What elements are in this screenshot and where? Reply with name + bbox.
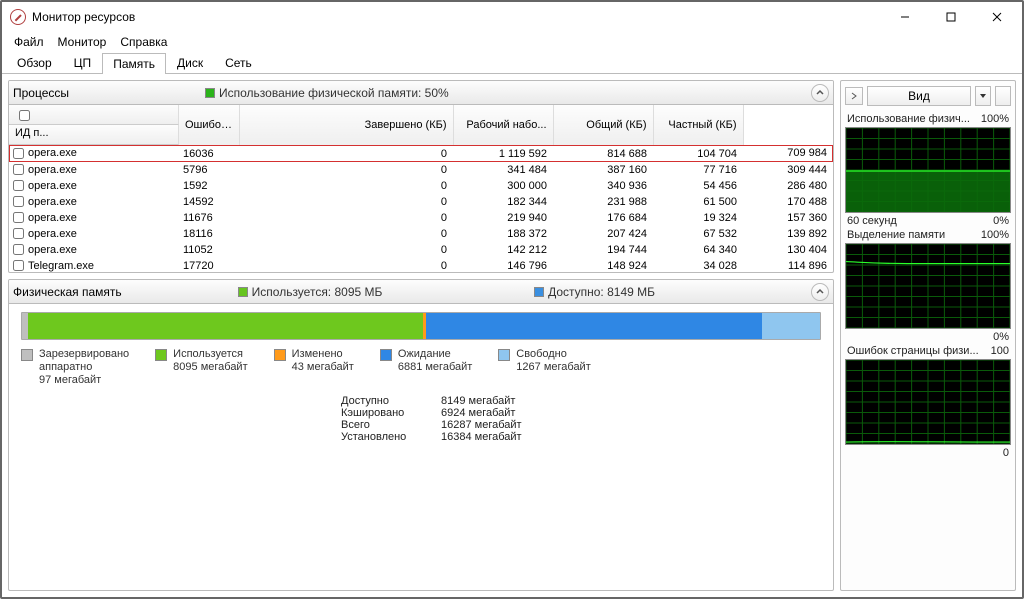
graph-block: Использование физич... 100% 60 секунд 0% [845,113,1011,227]
col-image[interactable]: Образ [9,105,179,125]
view-button[interactable]: Вид [867,86,971,106]
legend-item: Зарезервированоаппаратно97 мегабайт [21,348,129,387]
memory-stats: Доступно8149 мегабайтКэшировано6924 мега… [341,395,821,443]
collapse-physmem-button[interactable] [811,283,829,301]
row-checkbox[interactable] [13,228,24,239]
col-workingset[interactable]: Рабочий набо... [453,105,553,145]
stat-row: Кэшировано6924 мегабайт [341,407,821,419]
graph-foot-right: 0% [993,215,1009,227]
legend-item: Ожидание6881 мегабайт [380,348,472,387]
row-checkbox[interactable] [13,196,24,207]
table-row[interactable]: opera.exe116760219 940176 68419 324157 3… [9,210,833,226]
col-private[interactable]: Частный (КБ) [653,105,743,145]
tab-overview[interactable]: Обзор [6,52,63,73]
col-shared[interactable]: Общий (КБ) [553,105,653,145]
tab-memory[interactable]: Память [102,53,166,74]
maximize-button[interactable] [928,2,974,32]
graph-title: Использование физич... [847,113,970,125]
stat-row: Установлено16384 мегабайт [341,431,821,443]
row-checkbox[interactable] [13,212,24,223]
minimize-button[interactable] [882,2,928,32]
table-row[interactable]: opera.exe181160188 372207 42467 532139 8… [9,226,833,242]
collapse-processes-button[interactable] [811,84,829,102]
physical-memory-panel: Физическая память Используется: 8095 МБ … [8,279,834,591]
menu-monitor[interactable]: Монитор [52,33,113,51]
col-pid[interactable]: ИД п... [9,125,179,145]
legend-item: Изменено43 мегабайт [274,348,354,387]
graph-title: Ошибок страницы физи... [847,345,979,357]
table-row[interactable]: opera.exe15920300 000340 93654 456286 48… [9,178,833,194]
table-row[interactable]: opera.exe1603601 119 592814 688104 70470… [9,145,833,162]
table-row[interactable]: opera.exe110520142 212194 74464 340130 4… [9,242,833,258]
tabstrip: Обзор ЦП Память Диск Сеть [2,52,1022,74]
processes-table: Образ ИД п... Ошибок страницы физической… [9,105,833,272]
app-icon [10,9,26,25]
graph-max: 100% [981,113,1009,125]
view-separator [995,86,1011,106]
stat-row: Всего16287 мегабайт [341,419,821,431]
graph-foot-right: 0 [1003,447,1009,459]
used-label: Используется: 8095 МБ [252,285,383,299]
graph-foot-left: 60 секунд [847,215,897,227]
physmem-title: Физическая память [13,285,122,299]
graph-canvas [845,359,1011,445]
graph-foot-right: 0% [993,331,1009,343]
titlebar: Монитор ресурсов [2,2,1022,32]
col-hardfaults[interactable]: Ошибок страницы физической памяти/сек [179,105,239,145]
processes-panel: Процессы Использование физической памяти… [8,80,834,273]
select-all-checkbox[interactable] [19,110,30,121]
menu-file[interactable]: Файл [8,33,50,51]
table-row[interactable]: Telegram.exe177200146 796148 92434 02811… [9,258,833,273]
graphs-prev-button[interactable] [845,87,863,105]
legend-item: Используется8095 мегабайт [155,348,247,387]
used-swatch [238,287,248,297]
table-row[interactable]: opera.exe145920182 344231 98861 500170 4… [9,194,833,210]
col-commit[interactable]: Завершено (КБ) [239,105,453,145]
menubar: Файл Монитор Справка [2,32,1022,52]
processes-title: Процессы [13,86,69,100]
legend-item: Свободно1267 мегабайт [498,348,590,387]
tab-cpu[interactable]: ЦП [63,52,103,73]
menu-help[interactable]: Справка [114,33,173,51]
table-row[interactable]: opera.exe57960341 484387 16077 716309 44… [9,162,833,178]
memory-bar [21,312,821,340]
row-checkbox[interactable] [13,148,24,159]
window-title: Монитор ресурсов [32,10,882,24]
row-checkbox[interactable] [13,180,24,191]
row-checkbox[interactable] [13,244,24,255]
row-checkbox[interactable] [13,260,24,271]
graph-title: Выделение памяти [847,229,945,241]
avail-swatch [534,287,544,297]
graph-canvas [845,243,1011,329]
usage-swatch [205,88,215,98]
stat-row: Доступно8149 мегабайт [341,395,821,407]
graph-block: Выделение памяти 100% 0% [845,229,1011,343]
view-dropdown[interactable] [975,86,991,106]
row-checkbox[interactable] [13,164,24,175]
graph-block: Ошибок страницы физи... 100 0 [845,345,1011,459]
tab-disk[interactable]: Диск [166,52,214,73]
avail-label: Доступно: 8149 МБ [548,285,655,299]
tab-network[interactable]: Сеть [214,52,263,73]
graph-canvas [845,127,1011,213]
memory-legend: Зарезервированоаппаратно97 мегабайт Испол… [21,348,821,387]
close-button[interactable] [974,2,1020,32]
usage-label: Использование физической памяти: 50% [219,86,449,100]
graphs-sidebar: Вид Использование физич... 100% 60 секунд 0… [840,80,1016,591]
graph-max: 100 [991,345,1009,357]
graph-max: 100% [981,229,1009,241]
